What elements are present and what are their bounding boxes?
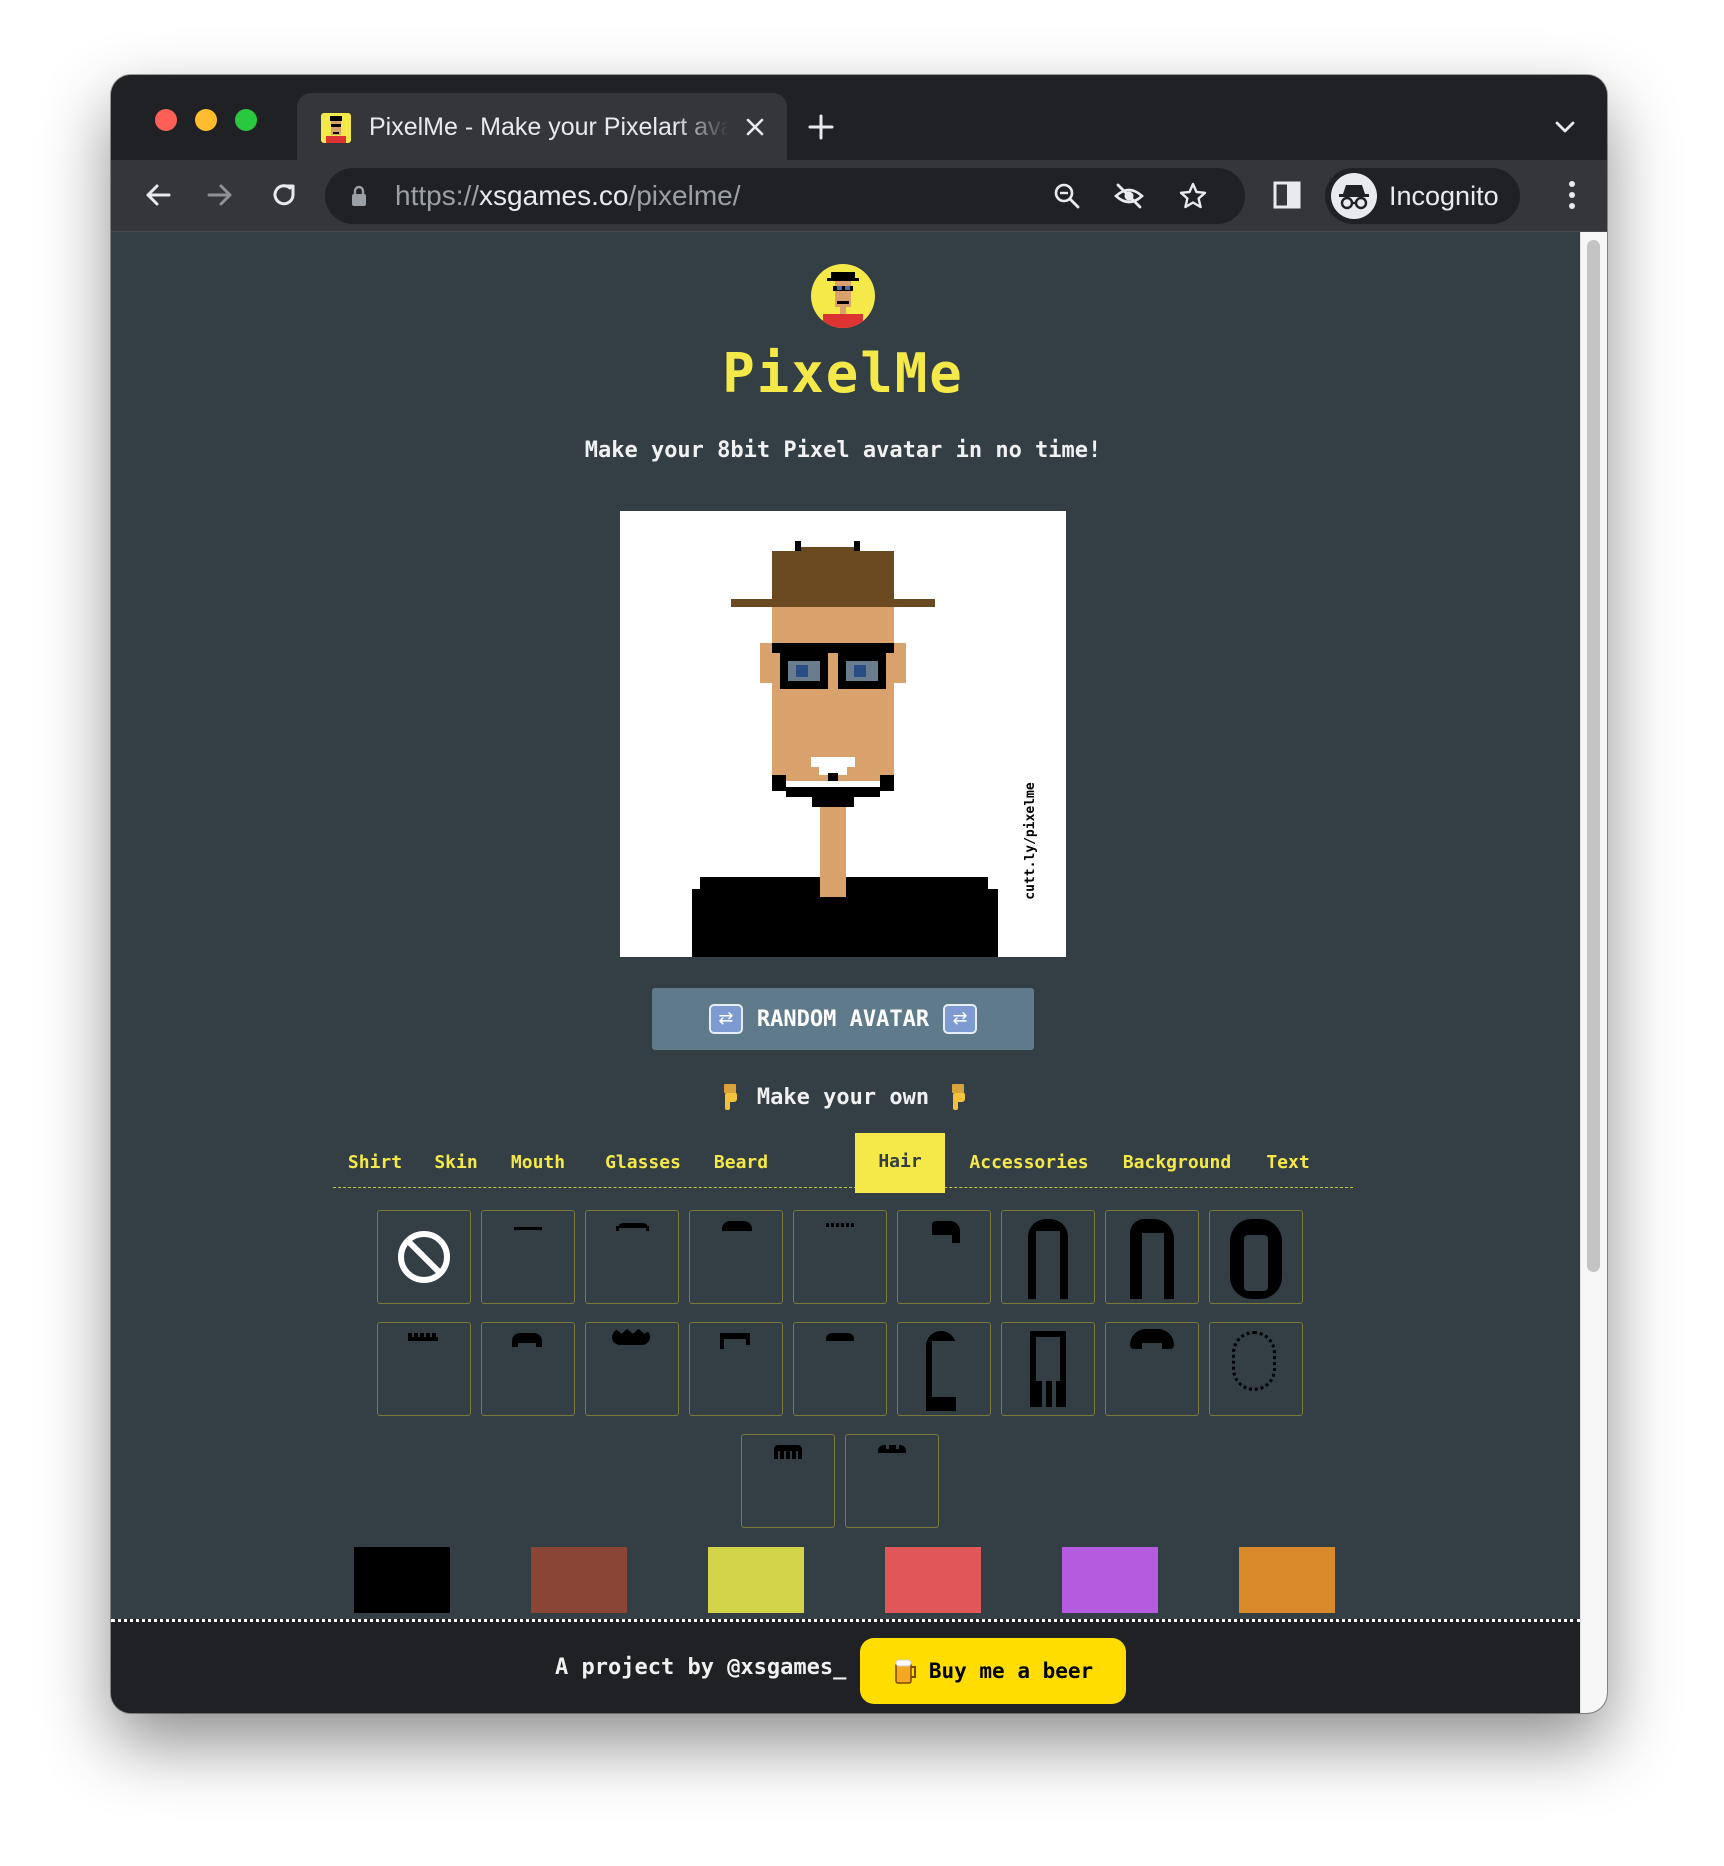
- url-path: /pixelme/: [628, 180, 741, 211]
- tab-title: PixelMe - Make your Pixelart avatar: [369, 113, 729, 141]
- tab-hair[interactable]: Hair: [855, 1133, 945, 1193]
- tab-text[interactable]: Text: [1261, 1133, 1315, 1193]
- random-avatar-label: RANDOM AVATAR: [756, 1006, 930, 1032]
- tab-shirt[interactable]: Shirt: [343, 1133, 407, 1193]
- repeat-icon: ⇄: [943, 1004, 978, 1034]
- beer-mug-icon: [895, 1659, 916, 1684]
- side-panel-icon[interactable]: [1264, 172, 1310, 218]
- lock-icon[interactable]: [347, 184, 371, 208]
- hair-color-brown[interactable]: [531, 1547, 627, 1613]
- credit-link[interactable]: A project by @xsgames_: [555, 1655, 846, 1680]
- hair-option[interactable]: [585, 1210, 679, 1304]
- hair-option[interactable]: [481, 1210, 575, 1304]
- category-tabs: Shirt Skin Mouth Glasses Beard Hair Acce…: [333, 1133, 1353, 1193]
- avatar-watermark: cutt.ly/pixelme: [1023, 782, 1038, 900]
- hair-color-orange[interactable]: [1239, 1547, 1335, 1613]
- footer-bar: A project by @xsgames_ Buy me a beer: [111, 1619, 1581, 1713]
- pointing-down-hand-icon: [952, 1084, 966, 1110]
- hair-option[interactable]: [585, 1322, 679, 1416]
- avatar-preview: cutt.ly/pixelme: [620, 511, 1066, 957]
- random-avatar-button[interactable]: ⇄ RANDOM AVATAR ⇄: [652, 988, 1034, 1050]
- bookmark-star-icon[interactable]: [1173, 176, 1213, 216]
- site-title: PixelMe: [722, 342, 964, 405]
- hair-option[interactable]: [741, 1434, 835, 1528]
- address-bar[interactable]: https://xsgames.co/pixelme/: [325, 168, 1245, 224]
- hair-option[interactable]: [793, 1210, 887, 1304]
- browser-menu-icon[interactable]: [1549, 172, 1595, 218]
- reload-icon[interactable]: [261, 172, 307, 218]
- new-tab-icon[interactable]: [799, 105, 843, 149]
- tab-mouth[interactable]: Mouth: [503, 1133, 573, 1193]
- tab-background[interactable]: Background: [1115, 1133, 1239, 1193]
- tracking-eye-off-icon[interactable]: [1109, 176, 1149, 216]
- buy-me-a-beer-button[interactable]: Buy me a beer: [860, 1638, 1126, 1704]
- incognito-label: Incognito: [1389, 181, 1499, 211]
- favicon-icon: [321, 113, 351, 143]
- hair-option[interactable]: [793, 1322, 887, 1416]
- hair-option[interactable]: [377, 1322, 471, 1416]
- tab-accessories[interactable]: Accessories: [967, 1133, 1091, 1193]
- tab-beard[interactable]: Beard: [709, 1133, 773, 1193]
- hair-option[interactable]: [1209, 1322, 1303, 1416]
- hair-color-red[interactable]: [885, 1547, 981, 1613]
- hair-option[interactable]: [897, 1322, 991, 1416]
- make-your-own-heading: Make your own: [691, 1077, 995, 1117]
- hair-option-none[interactable]: [377, 1210, 471, 1304]
- hair-option[interactable]: [1001, 1322, 1095, 1416]
- hair-option[interactable]: [1105, 1322, 1199, 1416]
- hair-option[interactable]: [845, 1434, 939, 1528]
- hair-color-purple[interactable]: [1062, 1547, 1158, 1613]
- url-host: xsgames.co: [479, 180, 629, 211]
- url-scheme: https://: [395, 180, 480, 211]
- url-text: https://xsgames.co/pixelme/: [395, 177, 741, 215]
- back-arrow-icon[interactable]: [135, 172, 181, 218]
- forward-arrow-icon[interactable]: [197, 172, 243, 218]
- make-your-own-label: Make your own: [756, 1084, 930, 1110]
- hair-option[interactable]: [481, 1322, 575, 1416]
- tagline: Make your 8bit Pixel avatar in no time!: [584, 438, 1102, 463]
- incognito-icon: [1331, 173, 1377, 219]
- buy-me-a-beer-label: Buy me a beer: [928, 1659, 1094, 1683]
- hair-color-black[interactable]: [354, 1547, 450, 1613]
- hair-option[interactable]: [1001, 1210, 1095, 1304]
- browser-window: PixelMe - Make your Pixelart avatar http…: [111, 75, 1607, 1713]
- scrollbar[interactable]: [1580, 232, 1607, 1713]
- close-tab-icon[interactable]: [737, 109, 773, 145]
- zoom-icon[interactable]: [1047, 176, 1087, 216]
- scrollbar-thumb[interactable]: [1587, 240, 1600, 1272]
- hair-option[interactable]: [897, 1210, 991, 1304]
- incognito-profile-button[interactable]: Incognito: [1325, 168, 1520, 224]
- close-window-button[interactable]: [155, 109, 177, 131]
- prohibited-icon: [398, 1231, 450, 1283]
- hair-option[interactable]: [689, 1210, 783, 1304]
- repeat-icon: ⇄: [708, 1004, 743, 1034]
- minimize-window-button[interactable]: [195, 109, 217, 131]
- browser-tab[interactable]: PixelMe - Make your Pixelart avatar: [297, 93, 787, 160]
- hair-option[interactable]: [1209, 1210, 1303, 1304]
- pointing-down-hand-icon: [723, 1084, 737, 1110]
- title-bar: PixelMe - Make your Pixelart avatar: [111, 75, 1607, 160]
- hair-option[interactable]: [1105, 1210, 1199, 1304]
- hair-color-yellow[interactable]: [708, 1547, 804, 1613]
- tab-glasses[interactable]: Glasses: [593, 1133, 693, 1193]
- tab-search-chevron-down-icon[interactable]: [1545, 107, 1585, 147]
- maximize-window-button[interactable]: [235, 109, 257, 131]
- hair-option[interactable]: [689, 1322, 783, 1416]
- site-logo[interactable]: [811, 264, 875, 328]
- page-content: PixelMe Make your 8bit Pixel avatar in n…: [111, 232, 1607, 1713]
- tab-skin[interactable]: Skin: [429, 1133, 483, 1193]
- browser-toolbar: https://xsgames.co/pixelme/ Incognito: [111, 160, 1607, 232]
